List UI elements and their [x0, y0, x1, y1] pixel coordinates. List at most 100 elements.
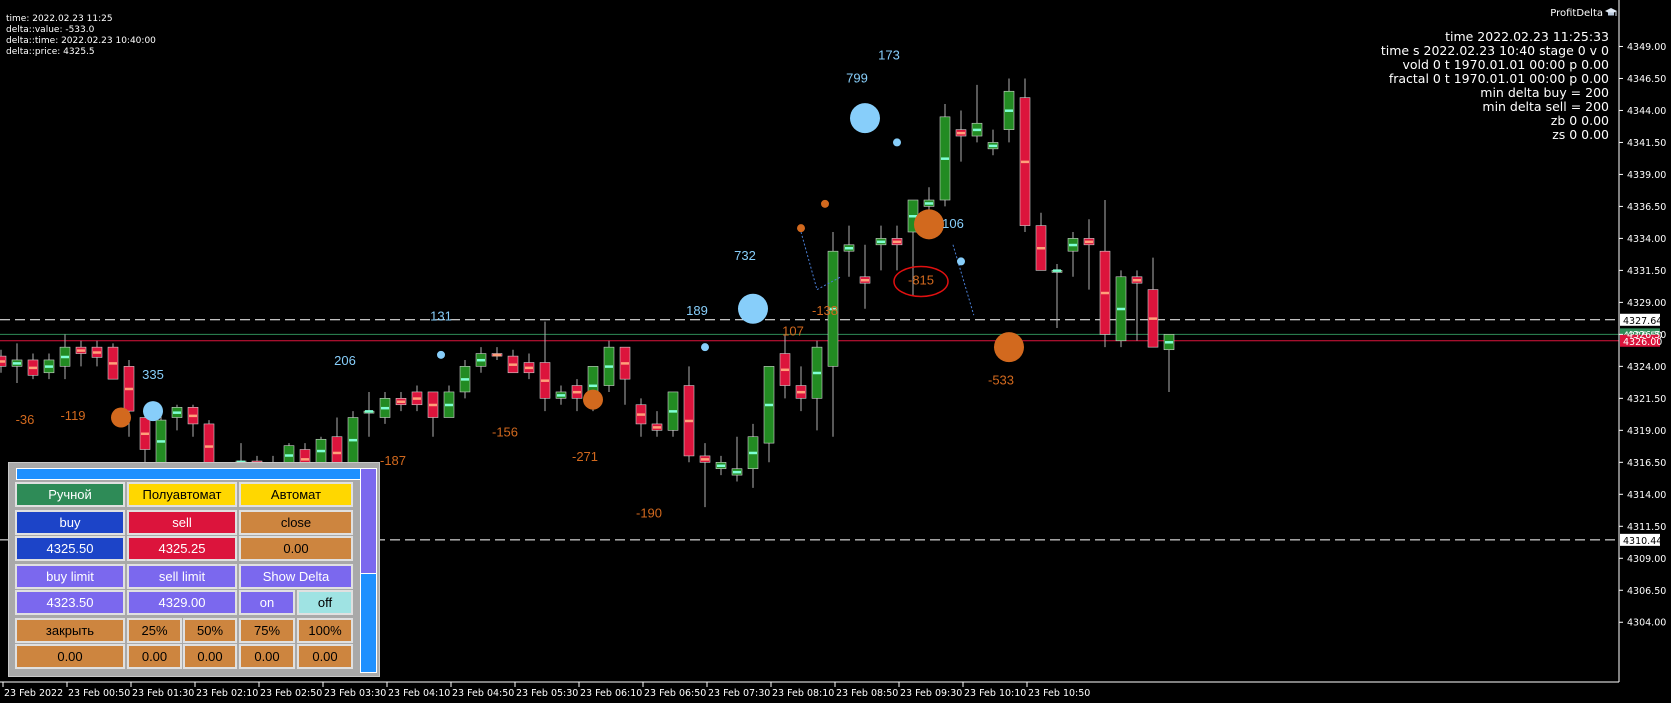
price-tick-label: 4311.50 — [1627, 522, 1666, 533]
buy-delta-marker — [957, 257, 965, 266]
buy-delta-label: 732 — [734, 248, 756, 263]
volume-level-marker — [333, 451, 341, 455]
sell-delta-label: -36 — [16, 412, 35, 427]
price-tick-label: 4336.50 — [1627, 202, 1666, 213]
buy-delta-marker — [893, 138, 901, 147]
time-tick-label: 23 Feb 04:10 — [388, 688, 450, 699]
volume-level-marker — [925, 202, 933, 205]
volume-level-marker — [1037, 246, 1045, 250]
price-level-label: 4327.64 — [1623, 316, 1662, 327]
volume-level-marker — [717, 464, 725, 468]
price-level-label: 4310.44 — [1623, 536, 1662, 547]
time-tick-label: 23 Feb 02:50 — [260, 688, 322, 699]
time-tick-label: 23 Feb 09:30 — [900, 688, 962, 699]
volume-level-marker — [1117, 307, 1125, 311]
sell-delta-marker — [111, 407, 131, 428]
volume-level-marker — [909, 215, 917, 218]
time-tick-label: 23 Feb 04:50 — [452, 688, 514, 699]
buy-price-field[interactable]: 4325.50 — [15, 536, 125, 561]
volume-level-marker — [205, 445, 213, 448]
close-25-value-field[interactable]: 0.00 — [127, 644, 182, 669]
sell-delta-label: -119 — [60, 408, 85, 423]
buy-button[interactable]: buy — [15, 510, 125, 535]
sell-delta-label: -156 — [492, 425, 518, 440]
volume-level-marker — [61, 355, 69, 359]
buy-delta-marker — [437, 350, 445, 359]
volume-level-marker — [461, 378, 469, 381]
status-line: fractal 0 t 1970.01.01 00:00 p 0.00 — [1388, 71, 1609, 86]
volume-level-marker — [621, 362, 629, 365]
volume-level-marker — [1165, 341, 1173, 344]
volume-level-marker — [589, 384, 597, 388]
sell-price-field[interactable]: 4325.25 — [127, 536, 237, 561]
volume-level-marker — [557, 394, 565, 397]
close-100-value-field[interactable]: 0.00 — [297, 644, 353, 669]
sell-button[interactable]: sell — [127, 510, 237, 535]
buy-limit-button[interactable]: buy limit — [15, 564, 125, 589]
signal-connector — [800, 231, 818, 290]
info-delta-time: delta::time: 2022.02.23 10:40:00 — [6, 36, 156, 46]
sell-limit-price-field[interactable]: 4329.00 — [127, 590, 237, 615]
volume-level-marker — [429, 403, 437, 407]
time-tick-label: 23 Feb 08:50 — [836, 688, 898, 699]
close-50-button[interactable]: 50% — [183, 618, 237, 643]
volume-level-marker — [317, 449, 325, 453]
volume-level-marker — [653, 426, 661, 429]
volume-level-marker — [957, 131, 965, 135]
volume-level-marker — [413, 397, 421, 400]
volume-level-marker — [493, 353, 501, 357]
close-100-button[interactable]: 100% — [297, 618, 353, 643]
volume-level-marker — [1101, 291, 1109, 295]
graduation-cap-icon — [1605, 8, 1617, 16]
status-block: time 2022.02.23 11:25:33 time s 2022.02.… — [1381, 30, 1609, 142]
sell-delta-marker — [914, 209, 944, 240]
close-75-button[interactable]: 75% — [239, 618, 295, 643]
status-line: min delta buy = 200 — [1480, 85, 1609, 100]
delta-on-button[interactable]: on — [239, 590, 295, 615]
price-tick-label: 4304.00 — [1627, 618, 1666, 629]
volume-level-marker — [509, 363, 517, 366]
close-25-button[interactable]: 25% — [127, 618, 182, 643]
volume-level-marker — [973, 128, 981, 132]
mode-semi-auto-button[interactable]: Полуавтомат — [127, 482, 237, 507]
price-tick-label: 4341.50 — [1627, 138, 1666, 149]
status-line: time s 2022.02.23 10:40 stage 0 v 0 — [1380, 43, 1609, 58]
close-value-field[interactable]: 0.00 — [239, 536, 353, 561]
sell-limit-button[interactable]: sell limit — [127, 564, 237, 589]
volume-level-marker — [861, 278, 869, 282]
show-delta-button[interactable]: Show Delta — [239, 564, 353, 589]
close-all-value-field[interactable]: 0.00 — [15, 644, 125, 669]
close-75-value-field[interactable]: 0.00 — [239, 644, 295, 669]
volume-level-marker — [701, 458, 709, 461]
buy-limit-price-field[interactable]: 4323.50 — [15, 590, 125, 615]
volume-level-marker — [349, 438, 357, 442]
volume-level-marker — [285, 454, 293, 457]
price-tick-label: 4319.00 — [1627, 426, 1666, 437]
status-line: zs 0 0.00 — [1552, 127, 1609, 142]
volume-level-marker — [1069, 243, 1077, 247]
time-tick-label: 23 Feb 05:30 — [516, 688, 578, 699]
time-tick-label: 23 Feb 10:10 — [964, 688, 1026, 699]
brand-label: ProfitDelta — [1550, 8, 1603, 19]
trade-panel: Ручной Полуавтомат Автомат buy sell clos… — [8, 462, 380, 677]
close-50-value-field[interactable]: 0.00 — [183, 644, 237, 669]
delta-off-button[interactable]: off — [297, 590, 353, 615]
volume-level-marker — [0, 360, 5, 363]
info-delta-price: delta::price: 4325.5 — [6, 47, 95, 57]
mode-auto-button[interactable]: Автомат — [239, 482, 353, 507]
sell-delta-marker — [797, 224, 805, 233]
close-all-button[interactable]: закрыть — [15, 618, 125, 643]
price-tick-label: 4314.00 — [1627, 490, 1666, 501]
panel-scrollbar-top[interactable] — [360, 468, 377, 575]
status-line: min delta sell = 200 — [1482, 99, 1609, 114]
mode-manual-button[interactable]: Ручной — [15, 482, 125, 507]
volume-level-marker — [157, 440, 165, 443]
volume-level-marker — [93, 351, 101, 354]
panel-scrollbar-bottom[interactable] — [360, 573, 377, 673]
sell-delta-marker — [821, 199, 829, 208]
buy-delta-label: 189 — [686, 303, 708, 318]
volume-level-marker — [477, 358, 485, 362]
close-button[interactable]: close — [239, 510, 353, 535]
panel-header-bar[interactable] — [16, 468, 361, 480]
volume-level-marker — [733, 470, 741, 474]
